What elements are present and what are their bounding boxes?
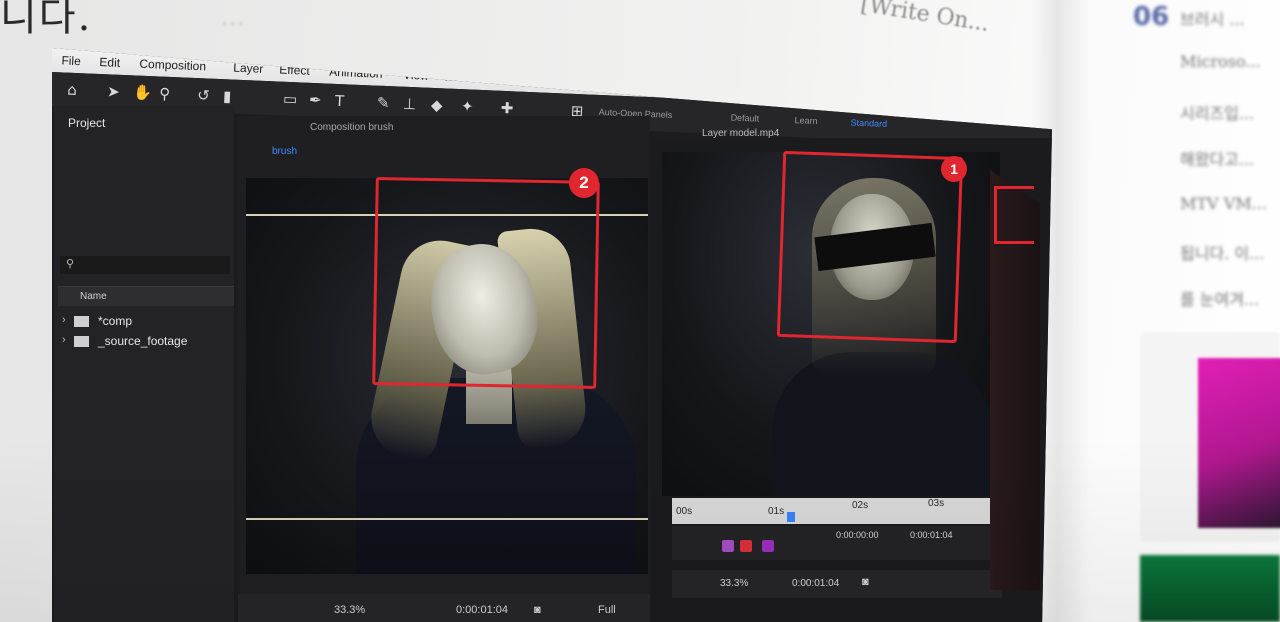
layer-time-ruler[interactable]: 00s 01s 02s 03s [672, 498, 1002, 524]
book-step-title-fragment: [Write On... [858, 0, 991, 37]
folder-icon [74, 336, 89, 347]
zoom-tool-icon[interactable]: ⚲ [159, 85, 171, 103]
chevron-right-icon[interactable]: › [62, 334, 66, 346]
folder-icon [74, 316, 89, 327]
ruler-tick: 02s [852, 500, 869, 511]
project-item[interactable]: › *comp [58, 312, 234, 332]
layer-controls-row: 0:00:00:00 0:00:01:04 [672, 526, 1002, 560]
composition-footer-controls: 33.3% 0:00:01:04 ◙ Full [238, 594, 650, 622]
composition-panel-title[interactable]: Composition brush [310, 122, 393, 133]
home-icon[interactable]: ⌂ [67, 81, 77, 99]
label-color-swatch[interactable] [740, 540, 752, 552]
search-icon: ⚲ [66, 257, 75, 270]
camera-tool-icon[interactable]: ▮ [223, 87, 232, 105]
in-point-time[interactable]: 0:00:00:00 [836, 530, 879, 540]
menu-effect[interactable]: Effect [279, 63, 310, 78]
magnification-dropdown[interactable]: 33.3% [334, 604, 365, 616]
book-faint-text: ... [220, 2, 245, 32]
menu-animation[interactable]: Animation [329, 65, 383, 81]
right-page-line: 브러시 ... [1180, 10, 1245, 29]
eraser-tool-icon[interactable]: ◆ [431, 96, 443, 114]
hand-tool-icon[interactable]: ✋ [133, 83, 152, 102]
name-column-header[interactable]: Name [58, 286, 234, 306]
menu-composition[interactable]: Composition [139, 57, 206, 74]
right-page-line: Microso... [1180, 52, 1261, 71]
brush-tool-icon[interactable]: ✎ [377, 94, 390, 113]
step-number: 06 [1133, 2, 1170, 32]
clone-stamp-tool-icon[interactable]: ⊥ [403, 95, 417, 114]
layer-footer-controls: 33.3% 0:00:01:04 ◙ [672, 570, 1002, 598]
workspace-default[interactable]: Default [730, 112, 759, 123]
title-safe-guide [246, 518, 648, 520]
selection-tool-icon[interactable]: ➤ [107, 82, 120, 101]
right-page-line: 해왔다고... [1180, 150, 1255, 169]
book-heading-fragment: 니다. [0, 0, 93, 40]
ruler-tick: 01s [768, 506, 785, 517]
callout-box-2 [372, 177, 600, 389]
label-color-swatch[interactable] [722, 540, 734, 552]
project-item-label: *comp [98, 314, 133, 328]
ruler-tick: 00s [676, 506, 693, 517]
ruler-tick: 03s [928, 498, 945, 509]
current-time-indicator[interactable] [787, 512, 795, 522]
resolution-dropdown[interactable]: Full [598, 604, 616, 616]
chevron-right-icon[interactable]: › [62, 314, 66, 326]
right-page-line: 시리즈입... [1180, 104, 1255, 123]
example-thumbnail-pink [1140, 332, 1280, 542]
right-page-line: 됩니다. 이... [1180, 244, 1265, 263]
roto-brush-tool-icon[interactable]: ✦ [461, 97, 474, 116]
project-panel-title: Project [68, 116, 106, 130]
name-column-label: Name [80, 291, 107, 302]
magnification-dropdown[interactable]: 33.3% [720, 578, 748, 589]
current-time-display[interactable]: 0:00:01:04 [792, 578, 839, 589]
menu-window[interactable]: Window [443, 69, 486, 85]
right-page-line: MTV VM... [1180, 194, 1267, 213]
menu-help[interactable]: Help [503, 72, 528, 87]
type-tool-icon[interactable]: T [335, 92, 345, 110]
callout-paint-panel [994, 186, 1034, 244]
camera-snapshot-icon[interactable]: ◙ [862, 576, 869, 588]
project-panel: Project ⚲ Name › *comp › _source_footage [54, 106, 234, 622]
puppet-tool-icon[interactable]: ✚ [501, 99, 514, 118]
callout-badge-2: 2 [569, 168, 599, 198]
menu-edit[interactable]: Edit [99, 55, 120, 70]
current-time-display[interactable]: 0:00:01:04 [456, 604, 508, 616]
project-item[interactable]: › _source_footage [58, 332, 234, 352]
example-thumbnail-green [1140, 555, 1280, 622]
project-item-label: _source_footage [98, 334, 188, 348]
rectangle-tool-icon[interactable]: ▭ [283, 90, 298, 109]
out-point-time[interactable]: 0:00:01:04 [910, 530, 953, 540]
composition-tab-brush[interactable]: brush [272, 146, 297, 157]
rotate-tool-icon[interactable]: ↺ [197, 86, 210, 105]
project-search-input[interactable]: ⚲ [60, 256, 230, 274]
menu-file[interactable]: File [61, 53, 81, 68]
callout-badge-1: 1 [941, 156, 967, 182]
right-page-line: 를 눈여겨... [1180, 290, 1260, 309]
menu-view[interactable]: View [403, 68, 429, 83]
layer-panel-title[interactable]: Layer model.mp4 [702, 128, 779, 139]
menu-layer[interactable]: Layer [233, 61, 264, 76]
workspace-standard[interactable]: Standard [850, 117, 887, 129]
pen-tool-icon[interactable]: ✒ [309, 91, 322, 110]
label-color-swatch[interactable] [762, 540, 774, 552]
callout-box-1 [776, 150, 964, 344]
camera-snapshot-icon[interactable]: ◙ [534, 604, 541, 616]
workspace-learn[interactable]: Learn [794, 115, 817, 126]
